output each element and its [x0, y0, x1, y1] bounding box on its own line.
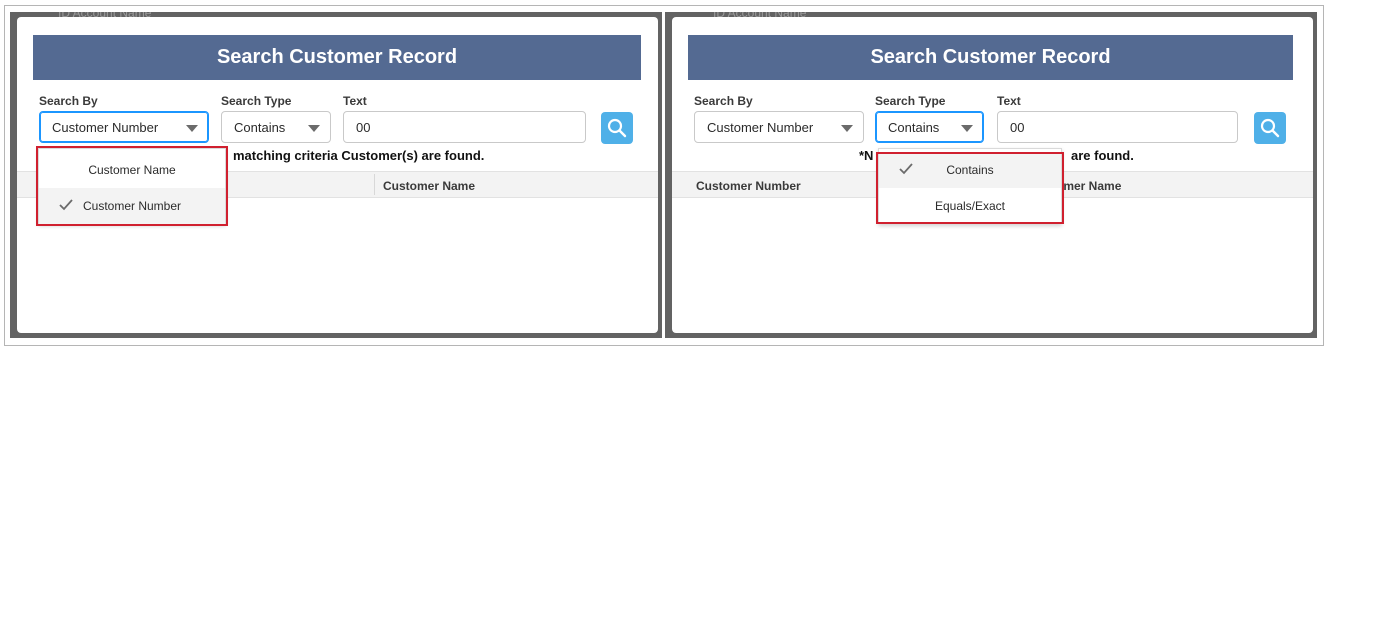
search-type-label: Search Type — [221, 94, 292, 108]
highlight-box — [876, 152, 1064, 224]
search-text-value: 00 — [1010, 119, 1025, 135]
search-by-value: Customer Number — [707, 119, 814, 135]
text-label: Text — [997, 94, 1021, 108]
search-button[interactable] — [601, 112, 633, 144]
chevron-down-icon — [841, 125, 853, 132]
search-by-select[interactable]: Customer Number — [694, 111, 864, 143]
search-icon — [607, 118, 627, 138]
status-message-suffix: are found. — [1071, 148, 1134, 163]
search-by-label: Search By — [39, 94, 98, 108]
chevron-down-icon — [961, 125, 973, 132]
column-divider — [374, 174, 375, 195]
modal-title: Search Customer Record — [216, 46, 458, 68]
search-by-label: Search By — [694, 94, 753, 108]
search-type-select[interactable]: Contains — [221, 111, 331, 143]
column-header-customer-name[interactable]: omer Name — [1056, 179, 1121, 193]
status-message-prefix: *N — [859, 148, 874, 163]
modal-title: Search Customer Record — [870, 46, 1111, 68]
search-icon — [1260, 118, 1280, 138]
chevron-down-icon — [308, 125, 320, 132]
column-header-customer-number[interactable]: Customer Number — [696, 179, 801, 193]
search-type-select[interactable]: Contains — [875, 111, 984, 143]
search-text-input[interactable]: 00 — [997, 111, 1238, 143]
search-by-select[interactable]: Customer Number — [39, 111, 209, 143]
chevron-down-icon — [186, 125, 198, 132]
search-type-label: Search Type — [875, 94, 946, 108]
search-button[interactable] — [1254, 112, 1286, 144]
search-type-value: Contains — [888, 119, 940, 135]
column-header-customer-name[interactable]: Customer Name — [383, 179, 475, 193]
search-text-input[interactable]: 00 — [343, 111, 586, 143]
search-by-value: Customer Number — [52, 119, 159, 135]
modal-header: Search Customer Record — [33, 35, 641, 80]
text-label: Text — [343, 94, 367, 108]
modal-header: Search Customer Record — [688, 35, 1293, 80]
highlight-box — [36, 146, 228, 226]
status-message: matching criteria Customer(s) are found. — [233, 148, 485, 163]
search-type-value: Contains — [234, 119, 286, 135]
search-text-value: 00 — [356, 119, 371, 135]
